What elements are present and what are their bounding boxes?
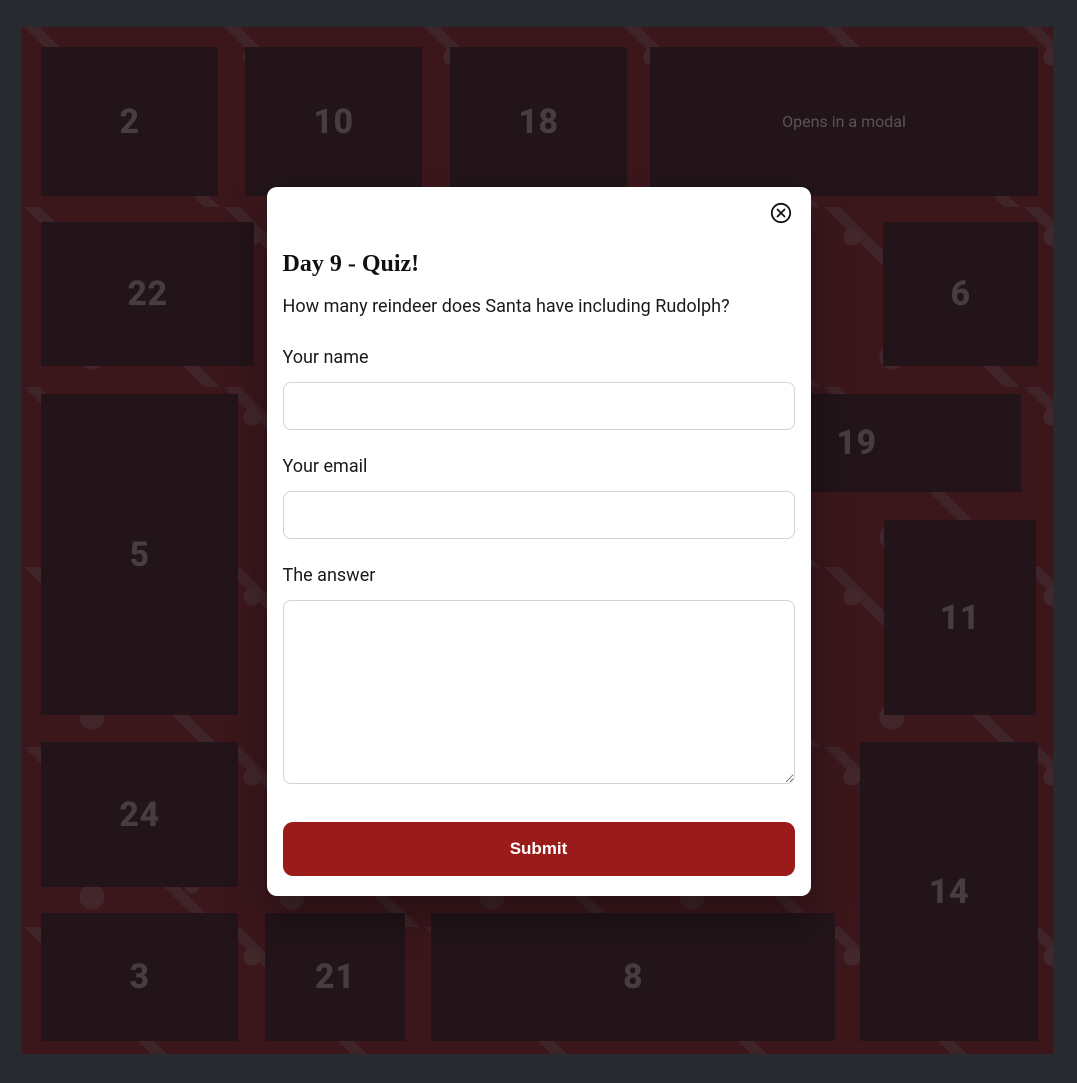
submit-button[interactable]: Submit (283, 822, 795, 876)
quiz-question: How many reindeer does Santa have includ… (283, 296, 795, 317)
quiz-modal: Day 9 - Quiz! How many reindeer does San… (267, 187, 811, 896)
modal-title: Day 9 - Quiz! (283, 251, 795, 278)
name-input[interactable] (283, 382, 795, 430)
answer-label: The answer (283, 565, 795, 586)
email-input[interactable] (283, 491, 795, 539)
close-button[interactable] (767, 199, 795, 227)
close-icon (770, 202, 792, 224)
modal-overlay: Day 9 - Quiz! How many reindeer does San… (0, 0, 1077, 1083)
email-label: Your email (283, 456, 795, 477)
name-label: Your name (283, 347, 795, 368)
answer-textarea[interactable] (283, 600, 795, 784)
